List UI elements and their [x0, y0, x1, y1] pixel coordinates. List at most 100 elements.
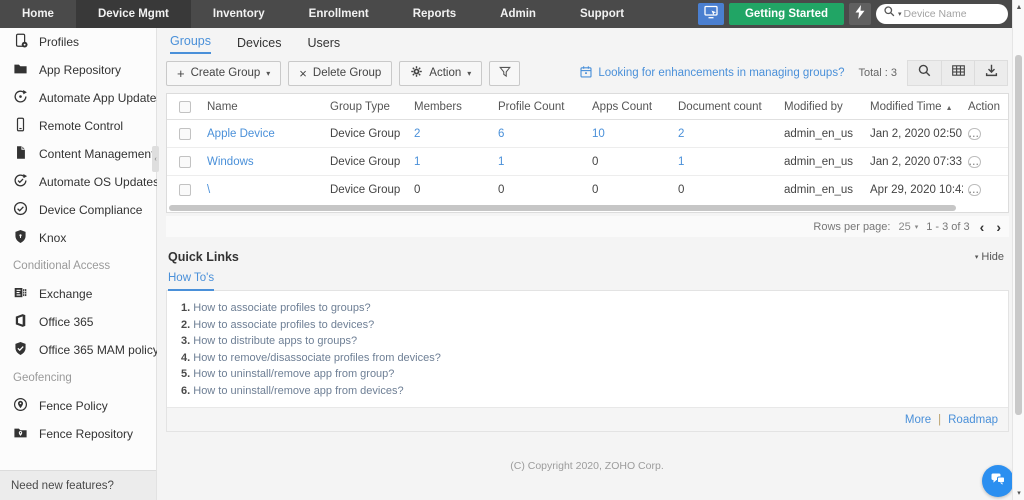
nav-item-device-mgmt[interactable]: Device Mgmt	[75, 0, 191, 28]
column-chooser-button[interactable]	[941, 61, 974, 85]
sidebar-item-label: App Repository	[39, 63, 122, 77]
nav-item-admin[interactable]: Admin	[478, 0, 558, 28]
search-scope-caret-icon[interactable]: ▾	[898, 10, 902, 18]
sidebar-item-content-management[interactable]: Content Management	[0, 140, 156, 168]
action-button[interactable]: Action ▾	[399, 60, 483, 86]
sidebar-item-knox[interactable]: Knox	[0, 224, 156, 252]
create-group-label: Create Group	[190, 67, 261, 79]
howto-link[interactable]: How to uninstall/remove app from group?	[181, 368, 1008, 380]
page-range: 1 - 3 of 3	[926, 220, 970, 233]
sidebar-item-label: Fence Policy	[39, 399, 108, 413]
sidebar-item-automate-app-updates[interactable]: Automate App Updates	[0, 84, 162, 112]
column-header-members[interactable]: Members	[409, 101, 493, 113]
delete-group-button[interactable]: × Delete Group	[288, 60, 393, 86]
hide-quick-links-button[interactable]: ▾ Hide	[975, 251, 1008, 263]
chat-bubbles-icon	[989, 470, 1007, 493]
howto-link[interactable]: How to uninstall/remove app from devices…	[181, 385, 1008, 397]
column-header-modified-by[interactable]: Modified by	[779, 101, 865, 113]
members-count-link[interactable]: 1	[409, 156, 493, 168]
quick-actions-button[interactable]	[849, 3, 871, 25]
tab-devices[interactable]: Devices	[237, 36, 281, 54]
nav-item-inventory[interactable]: Inventory	[191, 0, 287, 28]
column-header-profile-count[interactable]: Profile Count	[493, 101, 587, 113]
tab-how-tos[interactable]: How To's	[168, 272, 215, 291]
howto-list: How to associate profiles to groups? How…	[167, 291, 1008, 407]
rows-per-page-select[interactable]: 25 ▾	[898, 221, 918, 233]
column-header-document-count[interactable]: Document count	[673, 101, 779, 113]
column-header-apps-count[interactable]: Apps Count	[587, 101, 673, 113]
scroll-up-arrow[interactable]: ▲	[1013, 1, 1024, 13]
sidebar-item-label: Automate OS Updates	[39, 175, 160, 189]
refresh-sync-icon	[13, 89, 28, 107]
sidebar-item-office-365-mam-policy[interactable]: Office 365 MAM policy	[0, 336, 159, 364]
row-actions-button[interactable]: ...	[968, 127, 981, 140]
filter-button[interactable]	[489, 60, 521, 86]
members-count-link[interactable]: 2	[409, 128, 493, 140]
scroll-down-arrow[interactable]: ▾	[1013, 487, 1024, 499]
select-all-checkbox[interactable]	[178, 100, 191, 113]
howto-link[interactable]: How to associate profiles to devices?	[181, 319, 1008, 331]
device-search-input[interactable]	[903, 8, 990, 20]
howto-link[interactable]: How to associate profiles to groups?	[181, 302, 1008, 314]
table-horizontal-scrollbar[interactable]	[167, 204, 1008, 212]
sidebar-item-device-compliance[interactable]: Device Compliance	[0, 196, 156, 224]
nav-item-support[interactable]: Support	[558, 0, 646, 28]
office-365-icon	[13, 313, 28, 331]
row-checkbox[interactable]	[178, 127, 191, 140]
row-actions-button[interactable]: ...	[968, 155, 981, 168]
sidebar-item-label: Remote Control	[39, 119, 124, 133]
roadmap-link[interactable]: Roadmap	[948, 414, 998, 426]
check-circle-icon	[13, 201, 28, 219]
next-page-button[interactable]: ›	[994, 220, 1003, 234]
column-header-name[interactable]: Name	[202, 101, 325, 113]
prev-page-button[interactable]: ‹	[978, 220, 987, 234]
group-name-link[interactable]: \	[202, 184, 325, 196]
remote-assist-button[interactable]	[697, 3, 724, 25]
tab-groups[interactable]: Groups	[170, 34, 211, 54]
chat-support-button[interactable]	[982, 465, 1014, 497]
document-count-link[interactable]: 1	[673, 156, 779, 168]
group-name-link[interactable]: Windows	[202, 156, 325, 168]
sidebar-item-label: Office 365 MAM policy	[39, 343, 159, 357]
create-group-button[interactable]: + Create Group ▾	[166, 60, 282, 86]
separator: |	[938, 413, 942, 426]
export-button[interactable]	[974, 61, 1007, 85]
need-new-features-link[interactable]: Need new features?	[0, 470, 156, 500]
enhancements-link[interactable]: Looking for enhancements in managing gro…	[579, 65, 844, 82]
nav-item-home[interactable]: Home	[0, 0, 76, 28]
sidebar-item-exchange[interactable]: Exchange	[0, 280, 156, 308]
scrollbar-thumb[interactable]	[1015, 55, 1022, 415]
page: Home Device Mgmt Inventory Enrollment Re…	[0, 0, 1024, 500]
sidebar-item-profiles[interactable]: Profiles	[0, 28, 156, 56]
nav-item-enrollment[interactable]: Enrollment	[287, 0, 391, 28]
sidebar-item-remote-control[interactable]: Remote Control	[0, 112, 156, 140]
action-label: Action	[429, 67, 462, 79]
nav-item-reports[interactable]: Reports	[391, 0, 478, 28]
profile-count-link[interactable]: 6	[493, 128, 587, 140]
column-header-modified-time[interactable]: Modified Time ▲	[865, 101, 963, 113]
column-header-group-type[interactable]: Group Type	[325, 101, 409, 113]
scrollbar-thumb[interactable]	[169, 205, 956, 211]
sidebar-item-office-365[interactable]: Office 365	[0, 308, 156, 336]
sidebar-item-app-repository[interactable]: App Repository	[0, 56, 156, 84]
row-checkbox[interactable]	[178, 155, 191, 168]
profile-count-link[interactable]: 1	[493, 156, 587, 168]
sort-asc-icon[interactable]: ▲	[946, 105, 953, 112]
tab-users[interactable]: Users	[307, 36, 340, 54]
apps-count-link[interactable]: 10	[587, 128, 673, 140]
row-checkbox[interactable]	[178, 184, 191, 196]
sidebar-item-fence-policy[interactable]: Fence Policy	[0, 392, 156, 420]
more-link[interactable]: More	[905, 414, 931, 426]
row-actions-button[interactable]: ...	[968, 184, 981, 196]
sidebar-item-fence-repository[interactable]: Fence Repository	[0, 420, 156, 448]
group-name-link[interactable]: Apple Device	[202, 128, 325, 140]
sidebar-collapse-handle[interactable]: ‹	[152, 146, 159, 172]
getting-started-button[interactable]: Getting Started	[728, 3, 844, 25]
sidebar-item-automate-os-updates[interactable]: Automate OS Updates	[0, 168, 160, 196]
howto-link[interactable]: How to remove/disassociate profiles from…	[181, 352, 1008, 364]
table-search-button[interactable]	[908, 61, 941, 85]
document-count-link[interactable]: 2	[673, 128, 779, 140]
page-scrollbar[interactable]: ▲ ▾	[1012, 0, 1024, 500]
howto-link[interactable]: How to distribute apps to groups?	[181, 335, 1008, 347]
search-icon	[883, 5, 896, 23]
